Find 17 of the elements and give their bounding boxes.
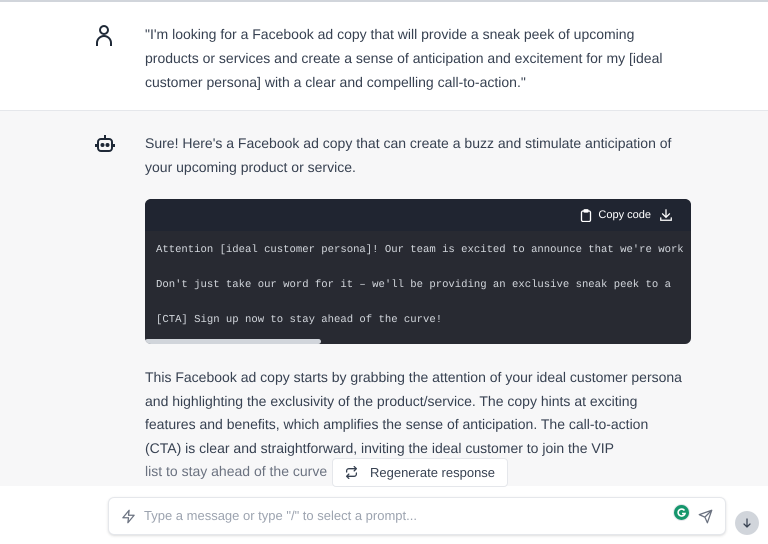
regenerate-button[interactable]: Regenerate response (332, 458, 508, 487)
person-icon (95, 25, 113, 47)
code-line: Don't just take our word for it – we'll be providing an exclusive sneak peek to a (156, 278, 672, 293)
robot-icon (95, 134, 115, 154)
lightning-icon (121, 508, 136, 524)
response-text: list to stay ahead of the curve (145, 462, 328, 481)
send-icon[interactable] (698, 508, 713, 524)
copy-code-button[interactable]: Copy code (580, 206, 651, 224)
repeat-icon (345, 466, 358, 479)
download-icon[interactable] (659, 208, 673, 222)
message-field[interactable]: Type a message or type "/" to select a prompt... (108, 497, 726, 535)
response-text: This Facebook ad copy starts by grabbing the attention of your ideal customer persona and highlighting the exclusivity of the product/service. The copy hints at exciting features and benefits, which amplifies the sense of anticipation. The call-to-action (CTA) is clear and straightforward, inviting the ideal customer to join the VIP (145, 368, 683, 458)
clipboard-icon (580, 208, 592, 222)
user-message: "I'm looking for a Facebook ad copy that will provide a sneak peek of upcoming products or services and create a sense of anticipation and excitement for my [ideal customer persona] with a clear and compelling call-to-action." (145, 25, 664, 92)
response-text: Sure! Here's a Facebook ad copy that can create a buzz and stimulate anticipation of your upcoming product or service. (145, 134, 672, 177)
code-line: [CTA] Sign up now to stay ahead of the curve! (156, 313, 444, 328)
arrow-down-icon (741, 517, 753, 529)
